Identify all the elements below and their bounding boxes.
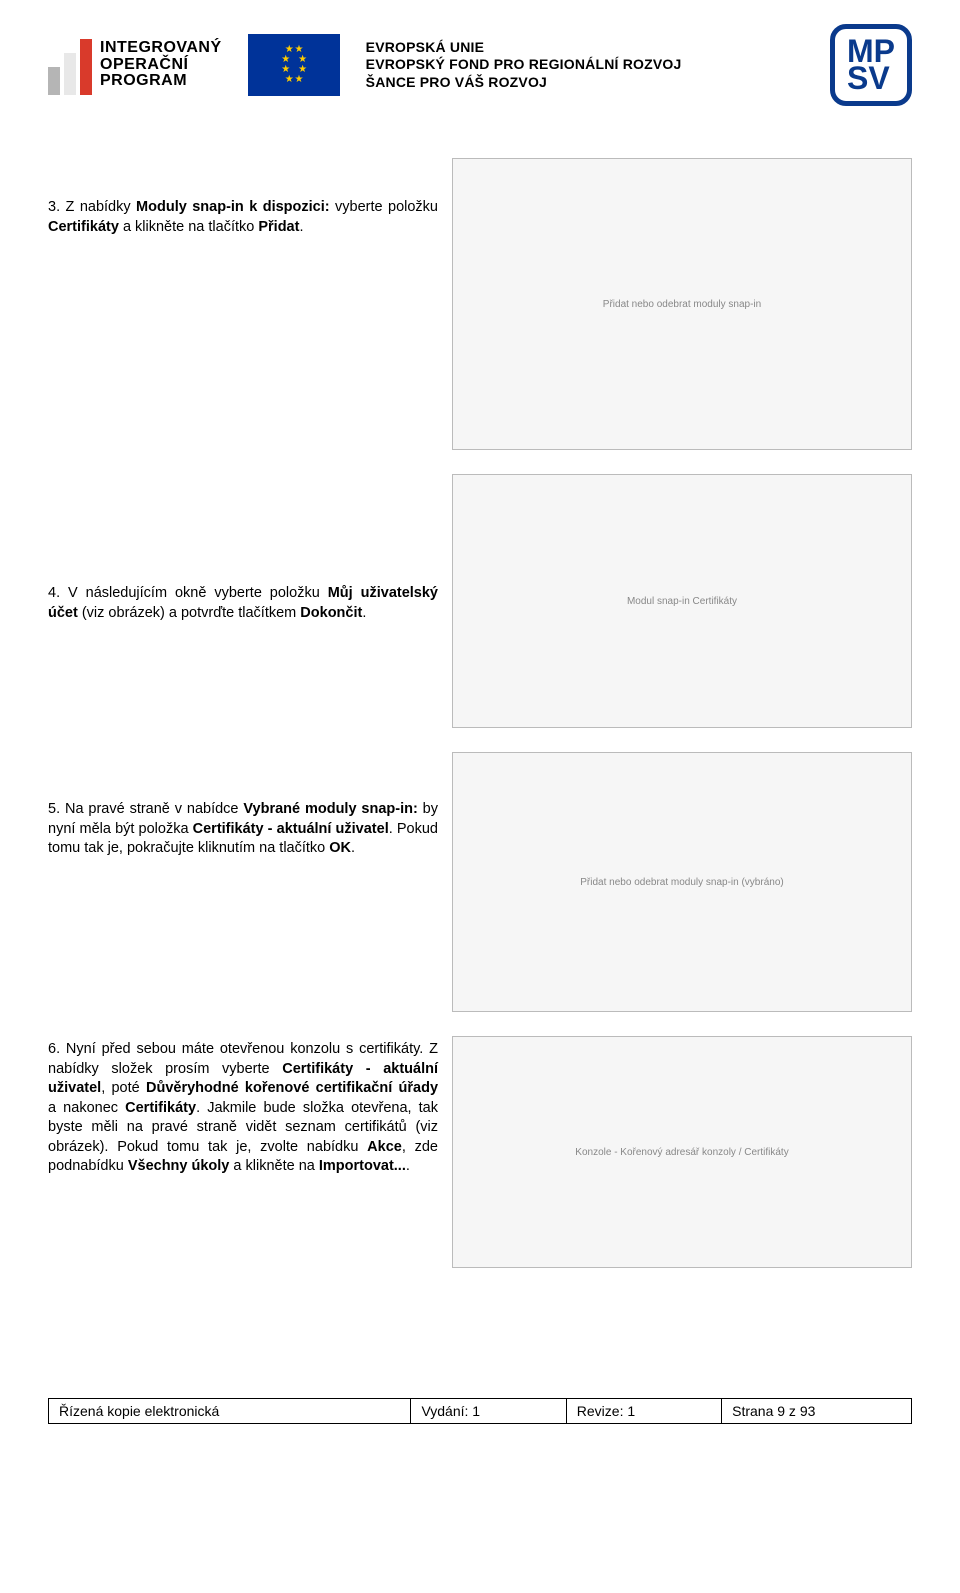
iop-line1: INTEGROVANÝ	[100, 40, 222, 57]
footer-page: Strana 9 z 93	[722, 1399, 912, 1424]
step-3-text: 3. Z nabídky Moduly snap-in k dispozici:…	[48, 198, 438, 450]
iop-logo-text: INTEGROVANÝ OPERAČNÍ PROGRAM	[100, 40, 222, 90]
eu-line3: ŠANCE PRO VÁŠ ROZVOJ	[366, 74, 682, 92]
step-4-row: 4. V následujícím okně vyberte položku M…	[48, 474, 912, 728]
footer-copy-type: Řízená kopie elektronická	[49, 1399, 411, 1424]
eu-text-block: EVROPSKÁ UNIE EVROPSKÝ FOND PRO REGIONÁL…	[366, 39, 682, 92]
iop-line2: OPERAČNÍ	[100, 57, 222, 74]
iop-line3: PROGRAM	[100, 73, 222, 90]
eu-line2: EVROPSKÝ FOND PRO REGIONÁLNÍ ROZVOJ	[366, 56, 682, 74]
screenshot-console-certs: Konzole - Kořenový adresář konzoly / Cer…	[452, 1036, 912, 1268]
screenshot-snapin-dialog: Přidat nebo odebrat moduly snap-in	[452, 158, 912, 450]
header-left: INTEGROVANÝ OPERAČNÍ PROGRAM ★ ★★ ★★ ★★ …	[48, 34, 681, 96]
step-6-row: 6. Nyní před sebou máte otevřenou konzol…	[48, 1036, 912, 1268]
iop-bars-icon	[48, 35, 92, 95]
eu-line1: EVROPSKÁ UNIE	[366, 39, 682, 57]
document-footer: Řízená kopie elektronická Vydání: 1 Revi…	[48, 1398, 912, 1424]
screenshot-cert-module: Modul snap-in Certifikáty	[452, 474, 912, 728]
mpsv-logo: MPSV	[830, 24, 912, 106]
document-header: INTEGROVANÝ OPERAČNÍ PROGRAM ★ ★★ ★★ ★★ …	[48, 24, 912, 106]
footer-edition: Vydání: 1	[411, 1399, 566, 1424]
footer-revision: Revize: 1	[566, 1399, 721, 1424]
eu-flag-icon: ★ ★★ ★★ ★★ ★	[248, 34, 340, 96]
step-3-row: 3. Z nabídky Moduly snap-in k dispozici:…	[48, 158, 912, 450]
step-5-text: 5. Na pravé straně v nabídce Vybrané mod…	[48, 800, 438, 1012]
step-6-text: 6. Nyní před sebou máte otevřenou konzol…	[48, 1040, 438, 1268]
iop-logo: INTEGROVANÝ OPERAČNÍ PROGRAM	[48, 35, 222, 95]
step-5-row: 5. Na pravé straně v nabídce Vybrané mod…	[48, 752, 912, 1012]
screenshot-snapin-selected: Přidat nebo odebrat moduly snap-in (vybr…	[452, 752, 912, 1012]
footer-table: Řízená kopie elektronická Vydání: 1 Revi…	[48, 1398, 912, 1424]
step-4-text: 4. V následujícím okně vyberte položku M…	[48, 584, 438, 728]
